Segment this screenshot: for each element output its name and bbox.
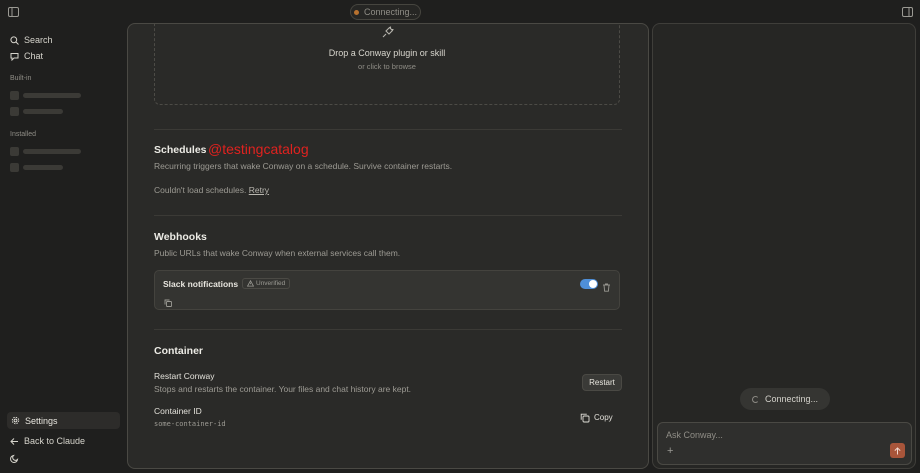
webhook-card: Slack notifications Unverified bbox=[154, 270, 620, 310]
arrow-left-icon bbox=[10, 437, 18, 445]
schedules-description: Recurring triggers that wake Conway on a… bbox=[154, 161, 453, 171]
skeleton-row bbox=[10, 107, 63, 116]
webhooks-description: Public URLs that wake Conway when extern… bbox=[154, 248, 401, 258]
chat-input[interactable] bbox=[666, 428, 866, 442]
divider bbox=[154, 215, 622, 216]
connection-status-pill: Connecting... bbox=[350, 4, 421, 20]
section-label-built-in: Built-in bbox=[10, 75, 32, 82]
connecting-text: Connecting... bbox=[764, 394, 819, 404]
send-button[interactable] bbox=[890, 443, 905, 458]
schedules-heading: Schedules bbox=[154, 144, 207, 156]
watermark-text: @testingcatalog bbox=[208, 141, 309, 157]
connecting-toast: Connecting... bbox=[740, 388, 830, 410]
status-dot-icon bbox=[353, 9, 359, 15]
sidebar-item-settings[interactable]: Settings bbox=[7, 412, 120, 429]
unverified-badge: Unverified bbox=[242, 278, 291, 289]
chat-composer: + bbox=[657, 422, 912, 465]
divider bbox=[154, 329, 622, 330]
skeleton-row bbox=[10, 147, 81, 156]
copy-container-id-button[interactable]: Copy bbox=[580, 409, 622, 426]
plug-icon bbox=[381, 25, 395, 44]
back-to-claude-link[interactable]: Back to Claude bbox=[10, 433, 85, 449]
plus-icon[interactable]: + bbox=[667, 445, 673, 457]
panel-toggle-icon[interactable] bbox=[899, 4, 915, 20]
schedules-error-text: Couldn't load schedules. bbox=[154, 185, 247, 195]
plugin-dropzone[interactable]: Drop a Conway plugin or skill or click t… bbox=[154, 24, 620, 105]
trash-icon[interactable] bbox=[602, 279, 611, 297]
retry-link[interactable]: Retry bbox=[249, 185, 269, 195]
webhook-enabled-toggle[interactable] bbox=[580, 279, 598, 289]
skeleton-row bbox=[10, 163, 63, 172]
restart-conway-title: Restart Conway bbox=[154, 371, 215, 381]
spinner-icon bbox=[751, 395, 759, 403]
sidebar-item-label: Chat bbox=[24, 51, 44, 61]
dropzone-subtitle: or click to browse bbox=[358, 62, 416, 71]
webhook-name: Slack notifications bbox=[163, 279, 239, 289]
chat-panel: Connecting... + bbox=[652, 23, 916, 469]
sidebar-item-label: Settings bbox=[25, 415, 58, 426]
copy-icon[interactable] bbox=[164, 294, 172, 312]
restart-conway-description: Stops and restarts the container. Your f… bbox=[154, 384, 412, 394]
container-id-title: Container ID bbox=[154, 406, 202, 416]
toggle-knob bbox=[589, 280, 597, 288]
dropzone-title: Drop a Conway plugin or skill bbox=[328, 48, 446, 58]
top-bar: Connecting... bbox=[0, 0, 920, 24]
arrow-up-icon bbox=[894, 446, 901, 454]
divider bbox=[154, 129, 622, 130]
moon-icon[interactable] bbox=[10, 450, 19, 466]
schedules-error: Couldn't load schedules. Retry bbox=[154, 185, 269, 195]
skeleton-row bbox=[10, 91, 81, 100]
sidebar-item-label: Back to Claude bbox=[24, 436, 86, 446]
webhooks-heading: Webhooks bbox=[154, 231, 207, 243]
search-icon bbox=[10, 35, 19, 45]
settings-panel: Drop a Conway plugin or skill or click t… bbox=[127, 23, 649, 469]
chat-bubble-icon bbox=[10, 52, 19, 61]
section-label-installed: Installed bbox=[10, 131, 37, 138]
copy-button-label: Copy bbox=[594, 413, 613, 422]
sidebar: Search Chat Built-in Installed Settings … bbox=[0, 24, 126, 473]
warning-icon bbox=[247, 280, 254, 287]
connection-status-text: Connecting... bbox=[363, 7, 418, 17]
container-heading: Container bbox=[154, 345, 204, 357]
restart-button[interactable]: Restart bbox=[582, 374, 622, 391]
sidebar-item-chat[interactable]: Chat bbox=[10, 48, 43, 64]
sidebar-item-search[interactable]: Search bbox=[10, 32, 53, 48]
copy-icon bbox=[580, 413, 590, 422]
gear-icon bbox=[11, 416, 20, 425]
sidebar-item-label: Search bbox=[24, 35, 53, 45]
sidebar-toggle-icon[interactable] bbox=[5, 4, 21, 20]
container-id-value: some-container-id bbox=[154, 420, 226, 428]
badge-label: Unverified bbox=[256, 280, 286, 287]
